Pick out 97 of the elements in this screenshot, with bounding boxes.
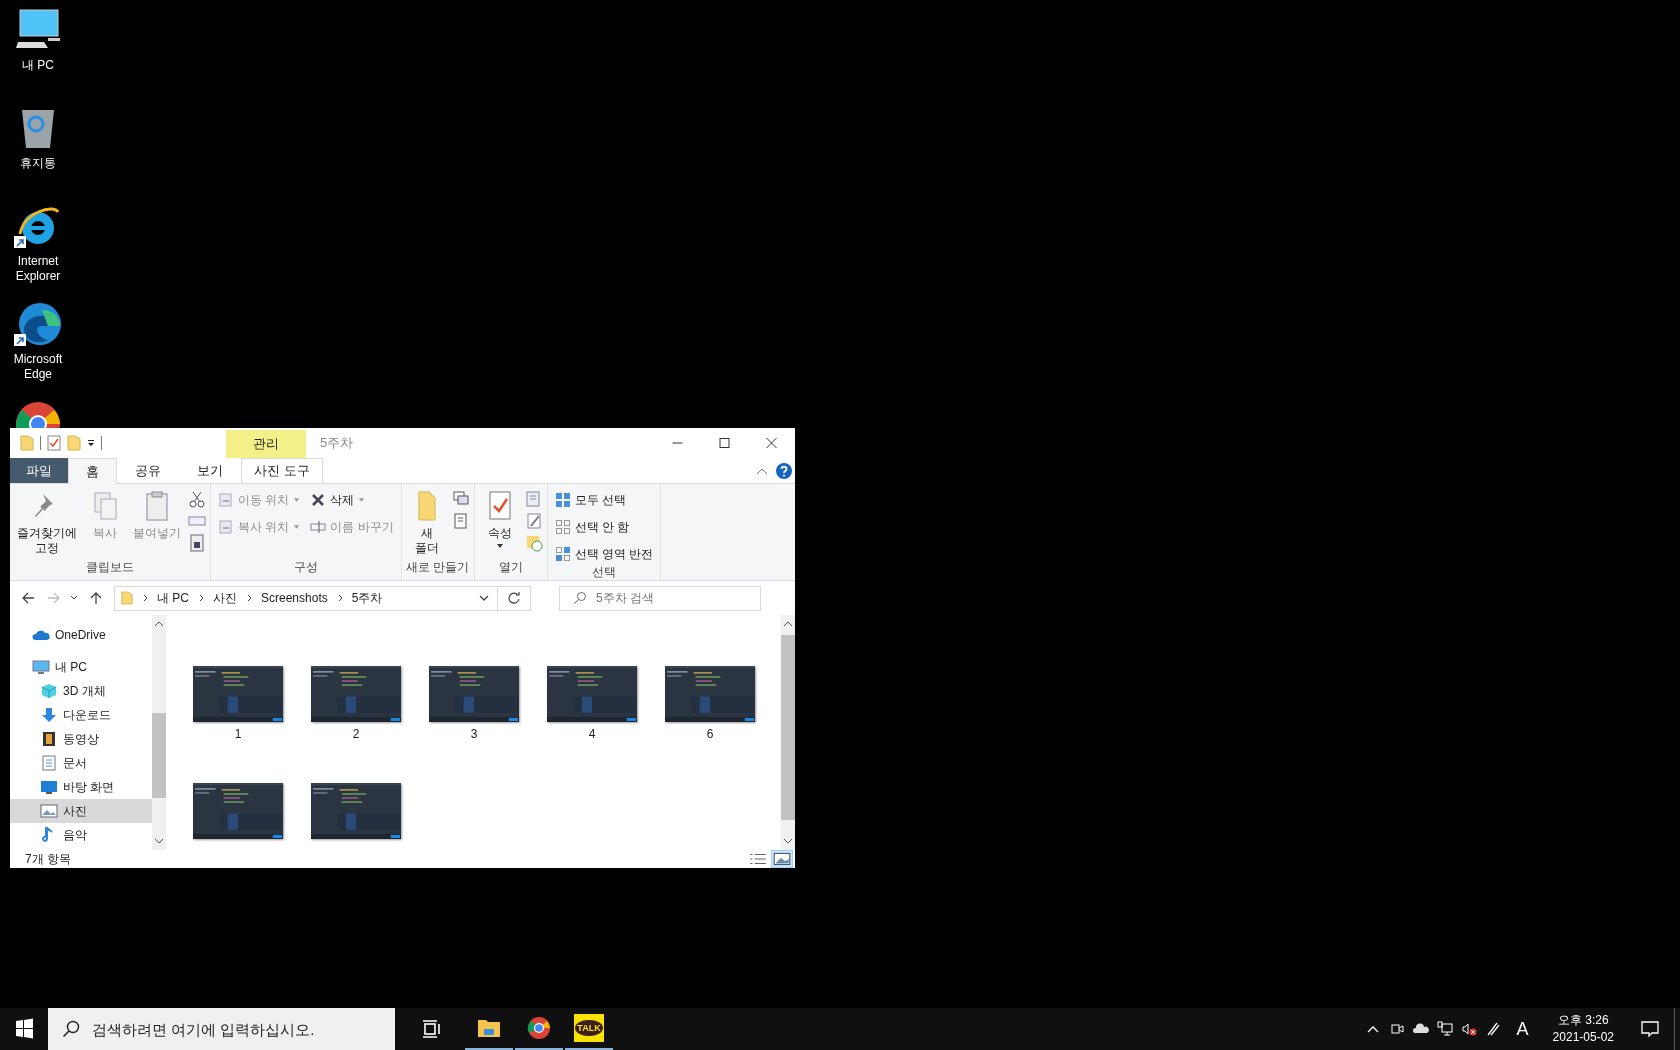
- document-icon: [40, 755, 58, 771]
- file-name[interactable]: 1: [234, 727, 242, 741]
- ribbon-group-label: 열기: [497, 559, 524, 576]
- item-count: 7개 항목: [25, 850, 71, 868]
- contextual-tab-group: 관리: [226, 430, 306, 458]
- ribbon-button[interactable]: 선택 안 함: [554, 517, 654, 537]
- file-name[interactable]: 4: [588, 727, 596, 741]
- ribbon-tab[interactable]: 사진 도구: [241, 458, 323, 483]
- window-title: 5주차: [320, 434, 354, 452]
- chevron-icon[interactable]: [247, 594, 253, 602]
- grid-outline-icon: [554, 519, 571, 535]
- nav-item[interactable]: 내 PC: [10, 655, 152, 679]
- breadcrumb[interactable]: 내 PC: [157, 589, 189, 607]
- document-icon: [218, 519, 234, 535]
- pencil-document-icon[interactable]: [524, 512, 543, 530]
- file-tab[interactable]: 파일: [10, 458, 68, 483]
- scroll-down-icon[interactable]: [154, 838, 164, 844]
- file-name[interactable]: 6: [706, 727, 714, 741]
- scroll-up-icon[interactable]: [783, 621, 793, 627]
- scrollbar[interactable]: [781, 615, 795, 850]
- document-icon: [218, 492, 234, 508]
- large-icons-view-button[interactable]: [771, 850, 793, 868]
- help-icon[interactable]: [776, 462, 792, 479]
- chevron-icon[interactable]: [143, 594, 149, 602]
- desktop-icon-label[interactable]: Microsoft Edge: [3, 352, 73, 382]
- ribbon-button[interactable]: 즐겨찾기에 고정: [14, 490, 80, 556]
- collapse-ribbon-icon[interactable]: [756, 466, 768, 475]
- search-icon: [573, 590, 587, 605]
- file-name[interactable]: 2: [352, 727, 360, 741]
- muted-speaker-icon[interactable]: [1460, 1021, 1477, 1037]
- dropdown-icon[interactable]: [479, 595, 489, 601]
- chevron-icon[interactable]: [199, 594, 205, 602]
- desktop-icon-label[interactable]: 내 PC: [3, 58, 73, 73]
- search-field[interactable]: 5주차 검색: [559, 585, 761, 611]
- nav-item[interactable]: 사진: [10, 799, 152, 823]
- ribbon-group-label: 선택: [591, 564, 617, 581]
- camera-icon[interactable]: [1388, 1021, 1405, 1037]
- ribbon-button[interactable]: 선택 영역 반전: [554, 544, 654, 564]
- address-bar[interactable]: 내 PC 사진 Screenshots 5주차: [114, 585, 531, 611]
- nav-item[interactable]: 음악: [10, 823, 152, 847]
- file-name[interactable]: 3: [470, 727, 478, 741]
- nav-item[interactable]: OneDrive: [10, 623, 152, 647]
- desktop-icon-label[interactable]: 휴지통: [3, 156, 73, 171]
- ribbon-button[interactable]: 삭제: [310, 490, 394, 510]
- folder-icon: [121, 591, 133, 605]
- desktop-icon-label[interactable]: Internet Explorer: [3, 254, 73, 284]
- cube-icon: [40, 683, 58, 699]
- ribbon-tab[interactable]: 공유: [117, 458, 179, 483]
- recent-dropdown-icon[interactable]: [70, 594, 78, 602]
- back-icon[interactable]: [20, 590, 36, 606]
- taskbar-search-field[interactable]: 검색하려면 여기에 입력하십시오.: [48, 1008, 395, 1050]
- monitor-icon: [40, 779, 58, 795]
- ribbon-button[interactable]: 속성: [478, 490, 521, 549]
- computer-icon: [32, 659, 50, 675]
- ribbon-group-label: 구성: [292, 559, 319, 576]
- ribbon-button[interactable]: 모두 선택: [554, 490, 654, 510]
- taskbar-app[interactable]: TALK: [565, 1008, 613, 1050]
- breadcrumb[interactable]: 사진: [213, 589, 237, 607]
- ribbon-tab[interactable]: 보기: [179, 458, 241, 483]
- refresh-icon[interactable]: [507, 591, 521, 605]
- scissors-icon[interactable]: [188, 490, 206, 508]
- task-view-icon[interactable]: [421, 1020, 441, 1038]
- breadcrumb[interactable]: Screenshots: [261, 591, 328, 605]
- grid-icon: [554, 492, 571, 508]
- picture-icon: [40, 803, 58, 819]
- search-icon: [62, 1020, 80, 1038]
- document-icon[interactable]: [188, 534, 206, 552]
- grid-icon: [554, 546, 571, 562]
- nav-item[interactable]: 다운로드: [10, 703, 152, 727]
- notification-icon[interactable]: [1640, 1020, 1660, 1038]
- checkmark-document-icon[interactable]: [47, 435, 61, 451]
- nav-item[interactable]: 3D 개체: [10, 679, 152, 703]
- ribbon-group-label: 새로 만들기: [405, 559, 470, 576]
- network-icon[interactable]: [1436, 1021, 1453, 1037]
- ribbon-tab[interactable]: 홈: [68, 458, 117, 484]
- text-cursor-icon: [310, 519, 327, 535]
- film-icon: [40, 731, 58, 747]
- scroll-up-icon[interactable]: [154, 621, 164, 627]
- chat-app-icon: TALK: [574, 1014, 604, 1042]
- delete-icon: [310, 492, 327, 508]
- nav-item[interactable]: 동영상: [10, 727, 152, 751]
- scroll-down-icon[interactable]: [783, 838, 793, 844]
- scrollbar[interactable]: [152, 615, 166, 850]
- ribbon-button[interactable]: 새 폴더: [405, 490, 448, 556]
- nav-item[interactable]: 문서: [10, 751, 152, 775]
- input-method-indicator[interactable]: A: [1516, 1018, 1529, 1040]
- nav-item[interactable]: 바탕 화면: [10, 775, 152, 799]
- stacked-windows-icon[interactable]: [451, 490, 470, 508]
- up-icon[interactable]: [88, 590, 104, 606]
- chevron-icon[interactable]: [337, 594, 344, 602]
- download-arrow-icon: [40, 707, 58, 723]
- breadcrumb[interactable]: 5주차: [351, 589, 383, 607]
- ribbon-group-label: 클립보드: [85, 559, 135, 576]
- clock-date[interactable]: 2021-05-02: [1552, 1029, 1614, 1046]
- dropdown-icon[interactable]: [87, 439, 95, 447]
- clock-time[interactable]: 오후 3:26: [1557, 1012, 1609, 1029]
- chrome-icon: [527, 1016, 551, 1040]
